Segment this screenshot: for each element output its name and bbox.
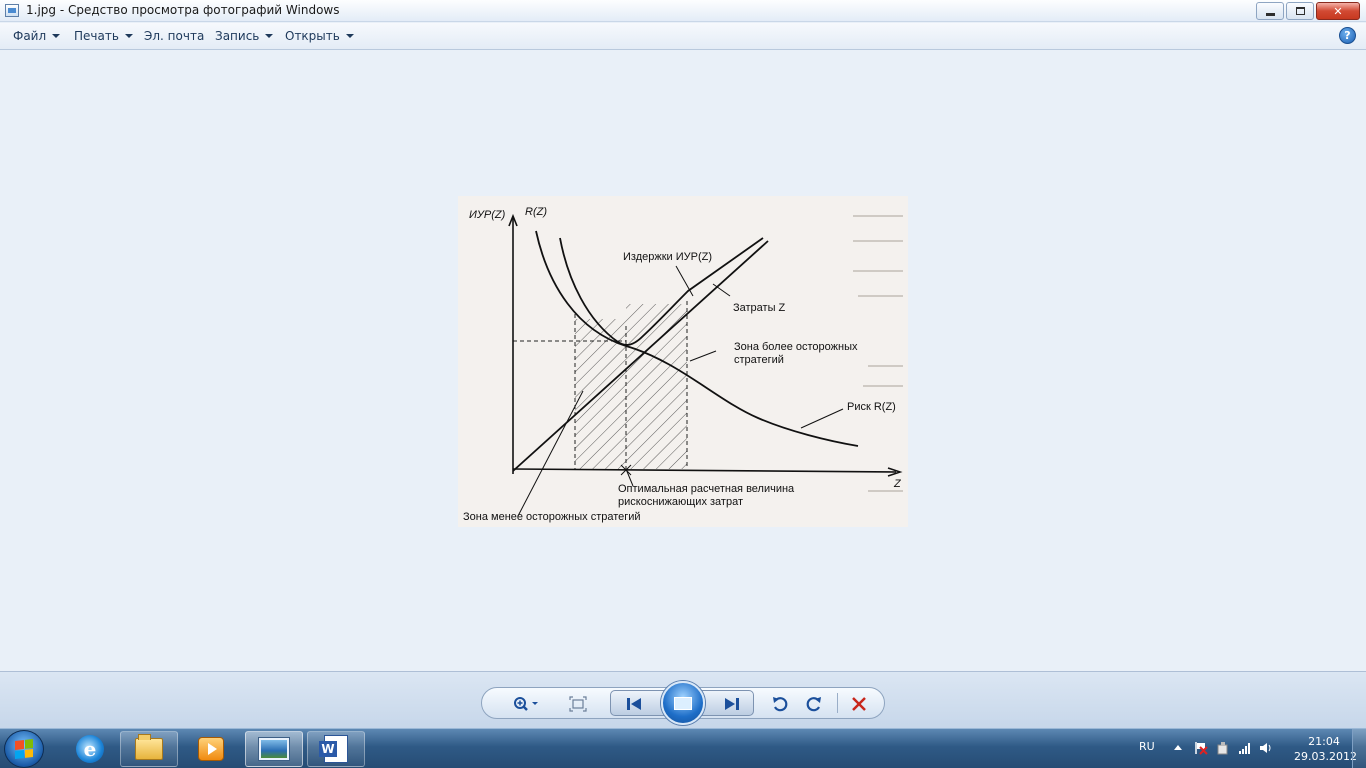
chevron-down-icon — [124, 34, 133, 38]
previous-button[interactable] — [622, 694, 646, 714]
cautious-zone-hatch — [626, 304, 687, 469]
menu-file[interactable]: Файл — [13, 29, 61, 43]
costs-curve-label: Издержки ИУР(Z) — [623, 251, 713, 263]
next-button[interactable] — [720, 694, 744, 714]
menu-open-label: Открыть — [285, 29, 340, 43]
x-axis-label: Z — [894, 478, 901, 490]
restore-button[interactable] — [1286, 2, 1314, 20]
toolbar-separator — [837, 693, 838, 713]
slideshow-icon — [674, 696, 692, 710]
network-signal-icon[interactable] — [1238, 741, 1252, 755]
window-controls: ✕ — [1254, 2, 1360, 20]
minimize-icon — [1265, 13, 1275, 16]
action-center-flag-icon[interactable] — [1194, 741, 1208, 755]
delete-button[interactable] — [847, 694, 871, 714]
optimal-value-label-line2: рискоснижающих затрат — [618, 496, 744, 508]
previous-icon — [627, 698, 641, 710]
taskbar-internet-explorer[interactable]: e — [61, 731, 119, 767]
risk-curve-label: Риск R(Z) — [847, 401, 896, 413]
menu-email[interactable]: Эл. почта — [144, 29, 204, 43]
system-tray: RU 21:04 29.03.2012 — [1116, 729, 1366, 768]
clock[interactable]: 21:04 29.03.2012 — [1294, 734, 1357, 764]
menu-file-label: Файл — [13, 29, 47, 43]
expenses-line-label: Затраты Z — [733, 302, 786, 314]
menu-print[interactable]: Печать — [74, 29, 133, 43]
media-player-icon — [198, 737, 224, 761]
rotate-clockwise-button[interactable] — [802, 694, 826, 714]
zoom-icon — [514, 697, 538, 711]
volume-icon[interactable] — [1259, 741, 1273, 755]
word-icon — [319, 735, 348, 763]
fit-window-button[interactable] — [566, 694, 590, 714]
menu-burn-label: Запись — [215, 29, 260, 43]
taskbar-photo-viewer[interactable] — [245, 731, 303, 767]
slideshow-button[interactable] — [661, 681, 705, 725]
cautious-zone-label-line1: Зона более осторожных — [734, 341, 858, 353]
image-viewer-area: ИУР(Z) R(Z) Издержки ИУР(Z) Затраты Z Зо… — [0, 51, 1366, 671]
language-indicator[interactable]: RU — [1139, 740, 1155, 753]
menu-email-label: Эл. почта — [144, 29, 205, 43]
start-button[interactable] — [4, 730, 44, 768]
taskbar: e RU 21:04 29 — [0, 728, 1366, 768]
less-cautious-zone-label: Зона менее осторожных стратегий — [463, 511, 641, 523]
taskbar-media-player[interactable] — [182, 731, 240, 767]
delete-icon — [852, 697, 866, 711]
menu-bar: Файл Печать Эл. почта Запись Открыть ? — [0, 23, 1366, 50]
show-hidden-icons-icon[interactable] — [1174, 745, 1182, 750]
menu-burn[interactable]: Запись — [215, 29, 274, 43]
y-axis-label-risk: R(Z) — [525, 206, 547, 218]
next-icon — [725, 698, 739, 710]
menu-open[interactable]: Открыть — [285, 29, 354, 43]
chevron-down-icon — [345, 34, 354, 38]
clock-time: 21:04 — [1308, 735, 1340, 748]
viewer-control-bar — [0, 671, 1366, 728]
title-bar: 1.jpg - Средство просмотра фотографий Wi… — [0, 0, 1366, 22]
displayed-photo: ИУР(Z) R(Z) Издержки ИУР(Z) Затраты Z Зо… — [458, 196, 908, 527]
menu-print-label: Печать — [74, 29, 119, 43]
chevron-down-icon — [265, 34, 274, 38]
optimal-value-label-line1: Оптимальная расчетная величина — [618, 483, 795, 495]
internet-explorer-icon: e — [76, 735, 104, 763]
zoom-button[interactable] — [510, 694, 540, 714]
windows-logo-icon — [15, 739, 33, 759]
clock-date: 29.03.2012 — [1294, 750, 1357, 763]
close-button[interactable]: ✕ — [1316, 2, 1360, 20]
rotate-counterclockwise-icon — [773, 697, 788, 712]
cautious-zone-label-line2: стратегий — [734, 354, 784, 366]
rotate-counterclockwise-button[interactable] — [768, 694, 792, 714]
faint-background-text — [853, 215, 903, 492]
restore-icon — [1295, 7, 1305, 15]
fit-window-icon — [569, 696, 587, 712]
help-icon[interactable]: ? — [1339, 27, 1356, 44]
window-title: 1.jpg - Средство просмотра фотографий Wi… — [26, 3, 340, 17]
photo-viewer-app-icon — [5, 4, 19, 17]
show-desktop-button[interactable] — [1352, 729, 1366, 768]
taskbar-word[interactable] — [307, 731, 365, 767]
chevron-down-icon — [52, 34, 61, 38]
close-icon: ✕ — [1333, 4, 1343, 18]
taskbar-explorer[interactable] — [120, 731, 178, 767]
rotate-clockwise-icon — [806, 697, 821, 712]
y-axis-label-costs: ИУР(Z) — [469, 209, 506, 221]
photo-viewer-icon — [259, 738, 289, 760]
minimize-button[interactable] — [1256, 2, 1284, 20]
chart-drawing — [508, 213, 903, 517]
safely-remove-hardware-icon[interactable] — [1216, 741, 1230, 755]
folder-icon — [135, 734, 163, 760]
